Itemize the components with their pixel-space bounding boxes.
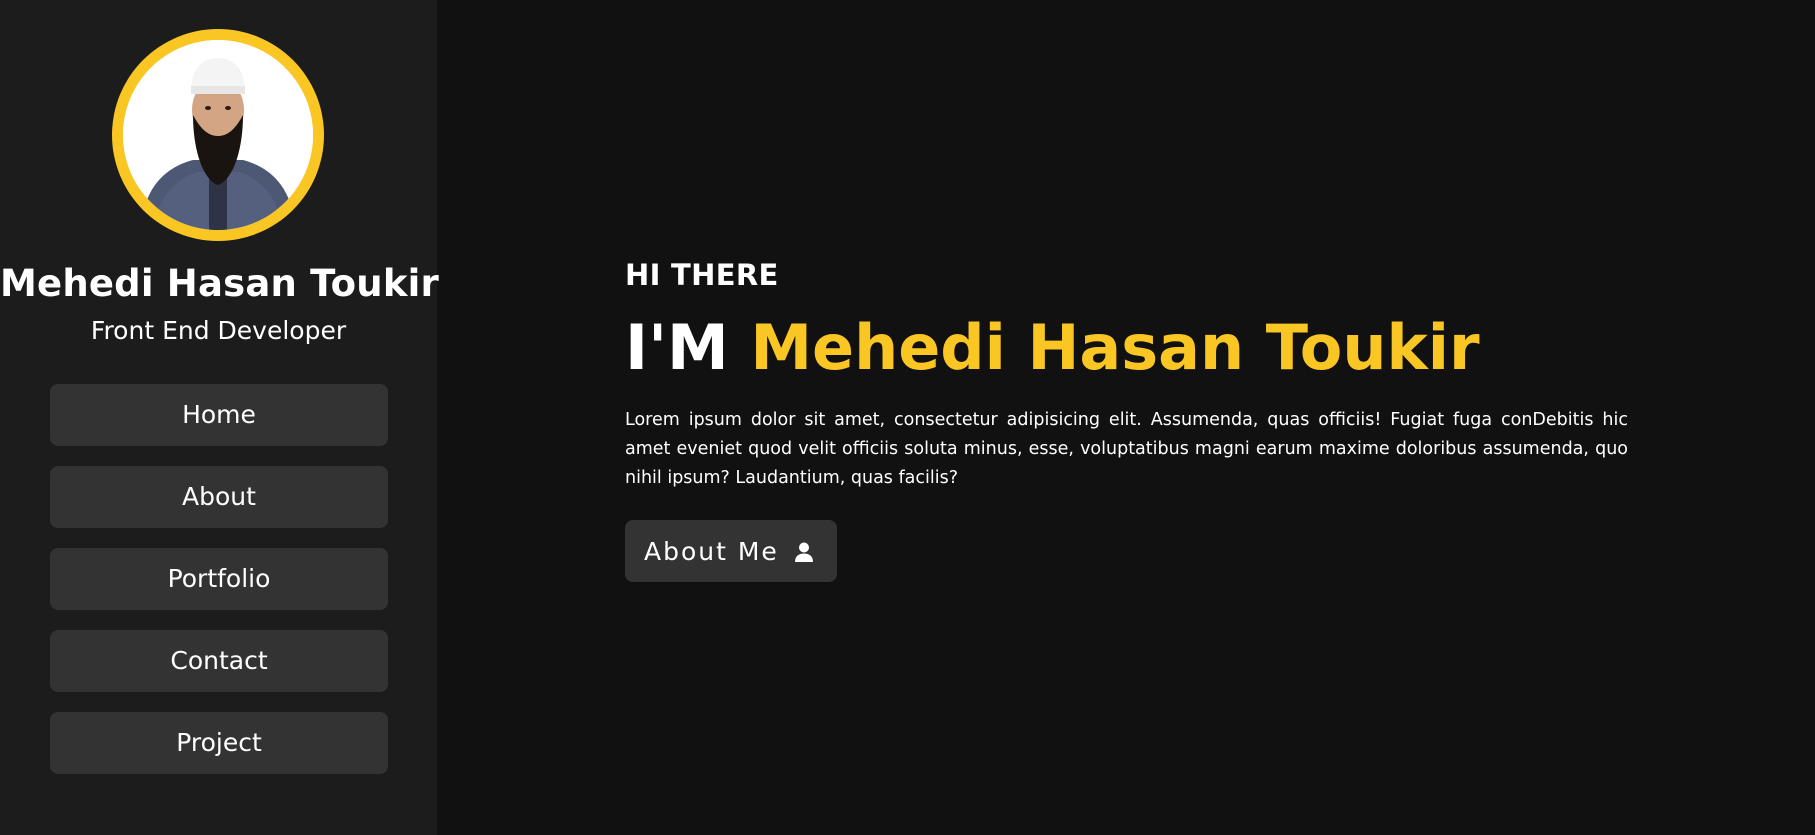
avatar bbox=[123, 40, 313, 230]
hero-intro: Lorem ipsum dolor sit amet, consectetur … bbox=[625, 410, 1628, 488]
hero-section: HI THERE I'M Mehedi Hasan Toukir Lorem i… bbox=[437, 0, 1815, 835]
nav-portfolio[interactable]: Portfolio bbox=[50, 548, 388, 610]
sidebar: Mehedi Hasan Toukir Front End Developer … bbox=[0, 0, 439, 835]
hero-headline: I'M Mehedi Hasan Toukir bbox=[625, 310, 1480, 386]
headline-name: Mehedi Hasan Toukir bbox=[750, 311, 1480, 384]
about-me-label: About Me bbox=[644, 536, 779, 566]
headline-prefix: I'M bbox=[625, 311, 729, 384]
user-icon bbox=[793, 540, 815, 562]
sidebar-nav: Home About Portfolio Contact Project bbox=[50, 384, 388, 794]
avatar-ring bbox=[112, 29, 324, 241]
nav-about[interactable]: About bbox=[50, 466, 388, 528]
profile-role: Front End Developer bbox=[90, 316, 347, 345]
profile-photo bbox=[123, 40, 313, 230]
nav-contact[interactable]: Contact bbox=[50, 630, 388, 692]
nav-home[interactable]: Home bbox=[50, 384, 388, 446]
hero-greeting: HI THERE bbox=[625, 258, 779, 292]
about-me-button[interactable]: About Me bbox=[625, 520, 837, 582]
nav-project[interactable]: Project bbox=[50, 712, 388, 774]
profile-name: Mehedi Hasan Toukir bbox=[0, 262, 439, 305]
portfolio-page: Mehedi Hasan Toukir Front End Developer … bbox=[0, 0, 1815, 835]
